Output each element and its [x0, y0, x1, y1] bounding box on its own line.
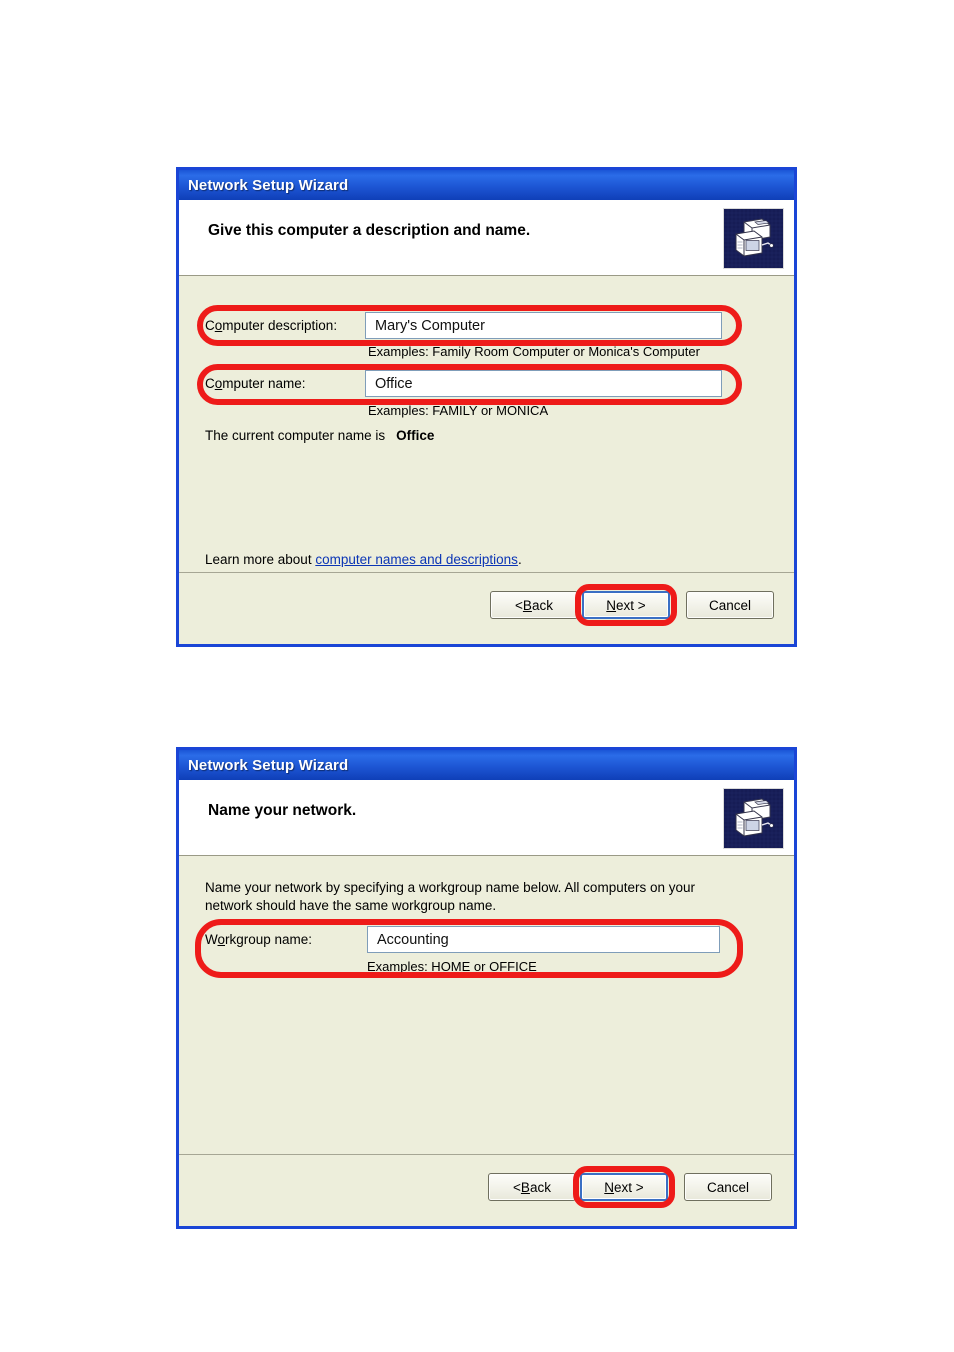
network-computers-icon: [723, 208, 784, 269]
dialog1-footer: < Back Next > Cancel: [179, 572, 794, 644]
current-computer-name-line: The current computer name is Office: [205, 428, 434, 443]
computer-description-label: Computer description:: [205, 318, 338, 333]
next-button[interactable]: Next >: [582, 591, 670, 619]
dialog2-footer: < Back Next > Cancel: [179, 1154, 794, 1226]
dialog2-header: Name your network.: [179, 780, 794, 856]
next-button[interactable]: Next >: [580, 1173, 668, 1201]
dialog2-titlebar: Network Setup Wizard: [179, 750, 794, 780]
network-setup-wizard-dialog-1: Network Setup Wizard Give this computer …: [176, 167, 797, 647]
back-button[interactable]: < Back: [490, 591, 578, 619]
computer-name-row: Computer name: Office: [205, 370, 745, 397]
learn-more-suffix: .: [517, 552, 522, 567]
dialog1-title: Network Setup Wizard: [188, 176, 349, 194]
dialog1-heading: Give this computer a description and nam…: [208, 222, 531, 239]
cancel-button[interactable]: Cancel: [684, 1173, 772, 1201]
workgroup-name-input[interactable]: Accounting: [367, 926, 720, 953]
learn-more-line: Learn more about computer names and desc…: [205, 552, 522, 567]
computer-name-input[interactable]: Office: [365, 370, 722, 397]
network-name-instructions: Name your network by specifying a workgr…: [205, 880, 695, 913]
workgroup-name-row: Workgroup name: Accounting: [205, 926, 745, 953]
computer-description-example: Examples: Family Room Computer or Monica…: [368, 344, 700, 359]
back-button[interactable]: < Back: [488, 1173, 576, 1201]
workgroup-name-example: Examples: HOME or OFFICE: [367, 959, 537, 974]
computer-description-row: Computer description: Mary's Computer: [205, 312, 745, 339]
current-computer-name-label: The current computer name is: [205, 428, 386, 443]
dialog1-header: Give this computer a description and nam…: [179, 200, 794, 276]
network-setup-wizard-dialog-2: Network Setup Wizard Name your network.: [176, 747, 797, 1229]
dialog1-titlebar: Network Setup Wizard: [179, 170, 794, 200]
computer-name-label: Computer name:: [205, 376, 306, 391]
computer-description-input[interactable]: Mary's Computer: [365, 312, 722, 339]
learn-more-prefix: Learn more about: [205, 552, 316, 567]
computer-name-example: Examples: FAMILY or MONICA: [368, 403, 549, 418]
dialog2-body: Name your network by specifying a workgr…: [179, 856, 794, 1154]
cancel-button[interactable]: Cancel: [686, 591, 774, 619]
dialog1-body: Computer description: Mary's Computer Ex…: [179, 276, 794, 572]
dialog2-title: Network Setup Wizard: [188, 756, 349, 774]
workgroup-name-label: Workgroup name:: [205, 932, 313, 947]
computer-names-descriptions-link[interactable]: computer names and descriptions: [315, 552, 518, 567]
network-computers-icon: [723, 788, 784, 849]
current-computer-name-value: Office: [396, 428, 435, 443]
dialog2-heading: Name your network.: [208, 802, 357, 819]
